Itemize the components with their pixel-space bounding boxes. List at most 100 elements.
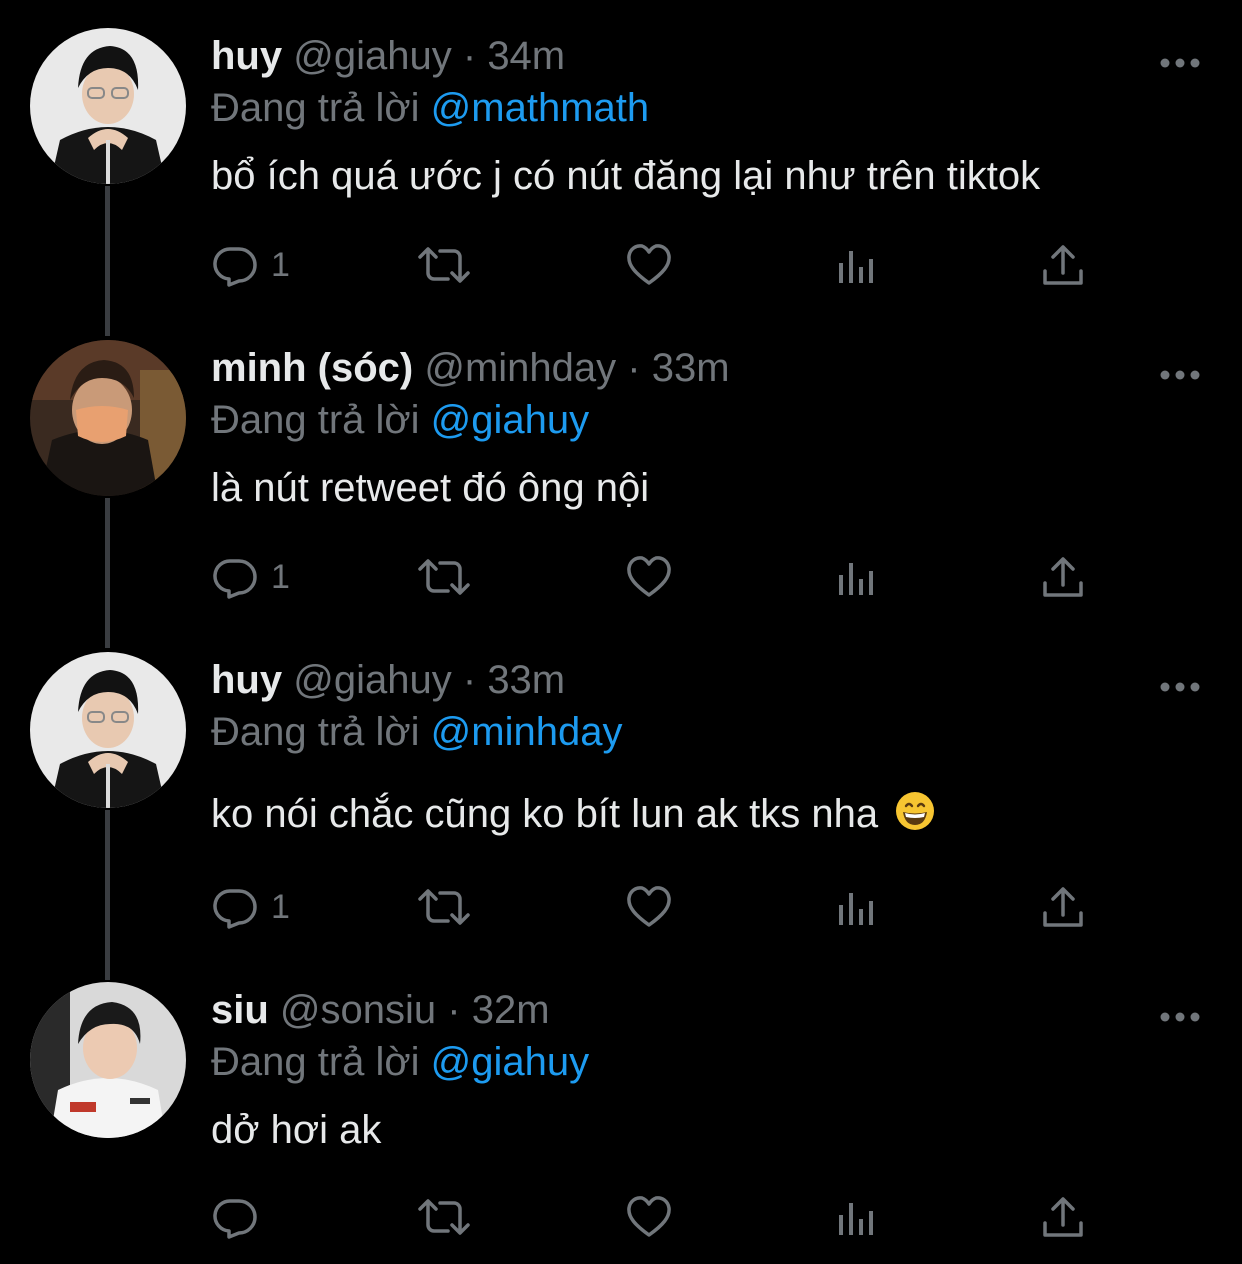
- tweet-text: ko nói chắc cũng ko bít lun ak tks nha: [211, 792, 879, 836]
- like-button[interactable]: [625, 552, 673, 602]
- analytics-button[interactable]: [833, 882, 881, 932]
- more-options-button[interactable]: [1158, 672, 1202, 702]
- timestamp[interactable]: 34m: [487, 34, 565, 78]
- avatar[interactable]: [30, 982, 186, 1138]
- analytics-icon: [839, 563, 873, 595]
- like-button[interactable]: [625, 1192, 673, 1242]
- reply-count: 1: [271, 245, 290, 284]
- user-handle[interactable]: @sonsiu: [280, 988, 436, 1032]
- more-options-button[interactable]: [1158, 1002, 1202, 1032]
- more-icon: [1160, 682, 1200, 692]
- analytics-icon: [839, 893, 873, 925]
- reply-count: 1: [271, 557, 290, 596]
- like-button[interactable]: [625, 882, 673, 932]
- share-icon: [1043, 557, 1083, 597]
- replying-to-line: Đang trả lời @giahuy: [211, 396, 589, 444]
- more-icon: [1160, 1012, 1200, 1022]
- replying-to-mention[interactable]: @giahuy: [431, 1040, 589, 1084]
- user-handle[interactable]: @giahuy: [293, 658, 451, 702]
- reply-icon: [213, 247, 257, 287]
- share-button[interactable]: [1039, 240, 1087, 290]
- action-bar: 1: [211, 240, 1111, 296]
- timestamp[interactable]: 32m: [472, 988, 550, 1032]
- tweet[interactable]: huy @giahuy · 34m Đang trả lời @mathmath…: [0, 28, 1242, 318]
- display-name[interactable]: minh (sóc): [211, 346, 413, 390]
- heart-icon: [627, 244, 671, 285]
- tweet-text-line: ko nói chắc cũng ko bít lun ak tks nha: [211, 790, 935, 838]
- action-bar: [211, 1192, 1111, 1248]
- share-icon: [1043, 1197, 1083, 1237]
- timestamp[interactable]: 33m: [652, 346, 730, 390]
- avatar[interactable]: [30, 28, 186, 184]
- reply-button[interactable]: 1: [211, 552, 290, 602]
- tweet-header: siu @sonsiu · 32m: [211, 986, 550, 1034]
- separator-dot: ·: [462, 658, 477, 702]
- reply-button[interactable]: [211, 1192, 271, 1242]
- avatar[interactable]: [30, 340, 186, 496]
- share-button[interactable]: [1039, 552, 1087, 602]
- avatar-huy-image: [30, 28, 186, 184]
- replying-to-mention[interactable]: @mathmath: [431, 86, 649, 130]
- more-icon: [1160, 58, 1200, 68]
- reply-button[interactable]: 1: [211, 240, 290, 290]
- action-bar: 1: [211, 552, 1111, 608]
- reply-button[interactable]: 1: [211, 882, 290, 932]
- analytics-button[interactable]: [833, 1192, 881, 1242]
- separator-dot: ·: [462, 34, 477, 78]
- reply-icon: [213, 559, 257, 599]
- grinning-face-emoji-icon: [896, 792, 935, 830]
- separator-dot: ·: [447, 988, 461, 1032]
- analytics-icon: [839, 1203, 873, 1235]
- share-icon: [1043, 245, 1083, 285]
- tweet-text: dở hơi ak: [211, 1108, 382, 1152]
- like-button[interactable]: [625, 240, 673, 290]
- replying-to-label: Đang trả lời: [211, 398, 420, 442]
- more-options-button[interactable]: [1158, 360, 1202, 390]
- tweet[interactable]: huy @giahuy · 33m Đang trả lời @minhday …: [0, 652, 1242, 962]
- timestamp[interactable]: 33m: [487, 658, 565, 702]
- avatar-huy-image: [30, 652, 186, 808]
- retweet-button[interactable]: [416, 1192, 472, 1242]
- reply-count: 1: [271, 887, 290, 926]
- heart-icon: [627, 556, 671, 597]
- replying-to-mention[interactable]: @minhday: [431, 710, 623, 754]
- avatar-siu-image: [30, 982, 186, 1138]
- retweet-icon: [418, 559, 470, 595]
- retweet-icon: [418, 247, 470, 283]
- replying-to-label: Đang trả lời: [211, 1040, 420, 1084]
- tweet-text: bổ ích quá ước j có nút đăng lại như trê…: [211, 154, 1041, 198]
- replying-to-line: Đang trả lời @minhday: [211, 708, 622, 756]
- display-name[interactable]: siu: [211, 988, 269, 1032]
- user-handle[interactable]: @minhday: [424, 346, 616, 390]
- reply-icon: [213, 889, 257, 929]
- retweet-button[interactable]: [416, 882, 472, 932]
- analytics-icon: [839, 251, 873, 283]
- more-icon: [1160, 370, 1200, 380]
- tweet[interactable]: minh (sóc) @minhday · 33m Đang trả lời @…: [0, 340, 1242, 630]
- action-bar: 1: [211, 882, 1111, 938]
- replying-to-label: Đang trả lời: [211, 710, 420, 754]
- replying-to-label: Đang trả lời: [211, 86, 420, 130]
- analytics-button[interactable]: [833, 240, 881, 290]
- tweet[interactable]: siu @sonsiu · 32m Đang trả lời @giahuy d…: [0, 982, 1242, 1264]
- tweet-text: là nút retweet đó ông nội: [211, 466, 650, 510]
- replying-to-mention[interactable]: @giahuy: [431, 398, 589, 442]
- retweet-icon: [418, 889, 470, 925]
- display-name[interactable]: huy: [211, 658, 282, 702]
- user-handle[interactable]: @giahuy: [293, 34, 451, 78]
- share-icon: [1043, 887, 1083, 927]
- share-button[interactable]: [1039, 1192, 1087, 1242]
- analytics-button[interactable]: [833, 552, 881, 602]
- avatar[interactable]: [30, 652, 186, 808]
- heart-icon: [627, 886, 671, 927]
- retweet-button[interactable]: [416, 240, 472, 290]
- replying-to-line: Đang trả lời @mathmath: [211, 84, 649, 132]
- more-options-button[interactable]: [1158, 48, 1202, 78]
- display-name[interactable]: huy: [211, 34, 282, 78]
- share-button[interactable]: [1039, 882, 1087, 932]
- retweet-button[interactable]: [416, 552, 472, 602]
- retweet-icon: [418, 1199, 470, 1235]
- reply-icon: [213, 1199, 257, 1239]
- heart-icon: [627, 1196, 671, 1237]
- separator-dot: ·: [627, 346, 641, 390]
